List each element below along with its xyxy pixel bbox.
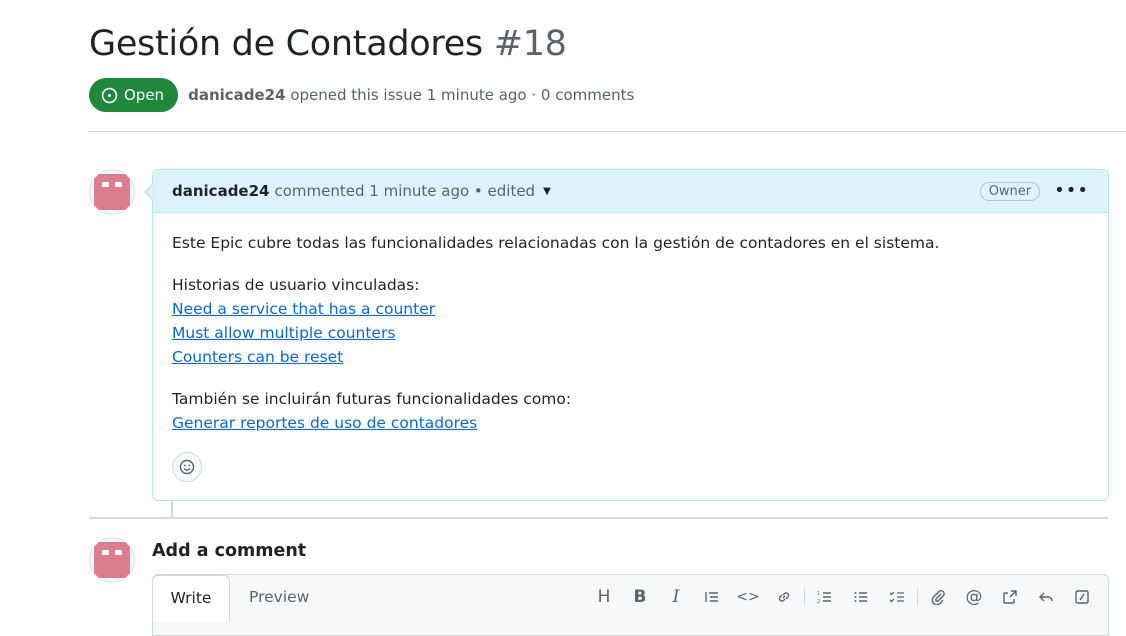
- timeline-divider: [89, 517, 1108, 519]
- comment-intro: Este Epic cubre todas las funcionalidade…: [172, 234, 940, 252]
- comment-author-avatar[interactable]: [89, 169, 135, 215]
- owner-badge: Owner: [979, 181, 1041, 201]
- state-label: Open: [124, 86, 165, 104]
- story-link[interactable]: Counters can be reset: [172, 345, 1089, 369]
- story-link[interactable]: Need a service that has a counter: [172, 297, 1089, 321]
- smiley-icon: [179, 459, 195, 475]
- issue-author-link[interactable]: danicade24: [188, 86, 285, 104]
- timeline-line: [171, 500, 173, 518]
- future-link[interactable]: Generar reportes de uso de contadores: [172, 411, 1089, 435]
- comment-author-link[interactable]: danicade24: [172, 182, 269, 200]
- edited-history-caret-icon[interactable]: ▼: [543, 186, 551, 197]
- issue-status-row: Open danicade24 opened this issue 1 minu…: [89, 78, 634, 112]
- bold-icon[interactable]: B: [622, 583, 658, 611]
- ordered-list-icon[interactable]: 12: [807, 583, 843, 611]
- comment-body: Este Epic cubre todas las funcionalidade…: [153, 213, 1108, 435]
- future-section: También se incluirán futuras funcionalid…: [172, 387, 1089, 435]
- saved-reply-icon[interactable]: [1028, 583, 1064, 611]
- comment-meta: commented 1 minute ago • edited: [274, 182, 536, 200]
- issue-meta: danicade24 opened this issue 1 minute ag…: [188, 86, 634, 104]
- comment-header: danicade24 commented 1 minute ago • edit…: [144, 170, 1108, 213]
- tab-preview[interactable]: Preview: [249, 575, 309, 619]
- svg-text:2: 2: [817, 599, 820, 605]
- issue-open-icon: [101, 87, 118, 103]
- code-icon[interactable]: <>: [730, 583, 766, 611]
- future-heading: También se incluirán futuras funcionalid…: [172, 390, 572, 408]
- slash-commands-icon[interactable]: [1064, 583, 1100, 611]
- italic-icon[interactable]: I: [658, 583, 694, 611]
- mention-icon[interactable]: @: [956, 583, 992, 611]
- issue-title-row: Gestión de Contadores #18: [89, 24, 567, 64]
- stories-heading: Historias de usuario vinculadas:: [172, 276, 420, 294]
- link-icon[interactable]: [766, 583, 802, 611]
- tab-write[interactable]: Write: [152, 575, 230, 622]
- markdown-toolbar: H B I <> 12 @: [586, 575, 1100, 619]
- heading-icon[interactable]: H: [586, 583, 622, 611]
- issue-title: Gestión de Contadores: [89, 24, 483, 64]
- add-comment-heading: Add a comment: [152, 541, 307, 561]
- comment-editor: Write Preview H B I <> 12 @: [152, 574, 1109, 636]
- unordered-list-icon[interactable]: [843, 583, 879, 611]
- issue-meta-text: opened this issue 1 minute ago · 0 comme…: [290, 86, 635, 104]
- state-badge: Open: [89, 78, 179, 112]
- task-list-icon[interactable]: [879, 583, 915, 611]
- add-reaction-button[interactable]: [172, 452, 202, 482]
- header-divider: [89, 131, 1126, 132]
- stories-section: Historias de usuario vinculadas: Need a …: [172, 273, 1089, 369]
- current-user-avatar[interactable]: [89, 537, 135, 583]
- issue-number: #18: [493, 24, 567, 64]
- svg-text:1: 1: [817, 591, 820, 597]
- story-link[interactable]: Must allow multiple counters: [172, 321, 1089, 345]
- quote-icon[interactable]: [694, 583, 730, 611]
- cross-reference-icon[interactable]: [992, 583, 1028, 611]
- attach-icon[interactable]: [920, 583, 956, 611]
- comment-options-button[interactable]: •••: [1054, 182, 1089, 200]
- issue-comment: danicade24 commented 1 minute ago • edit…: [144, 169, 1109, 501]
